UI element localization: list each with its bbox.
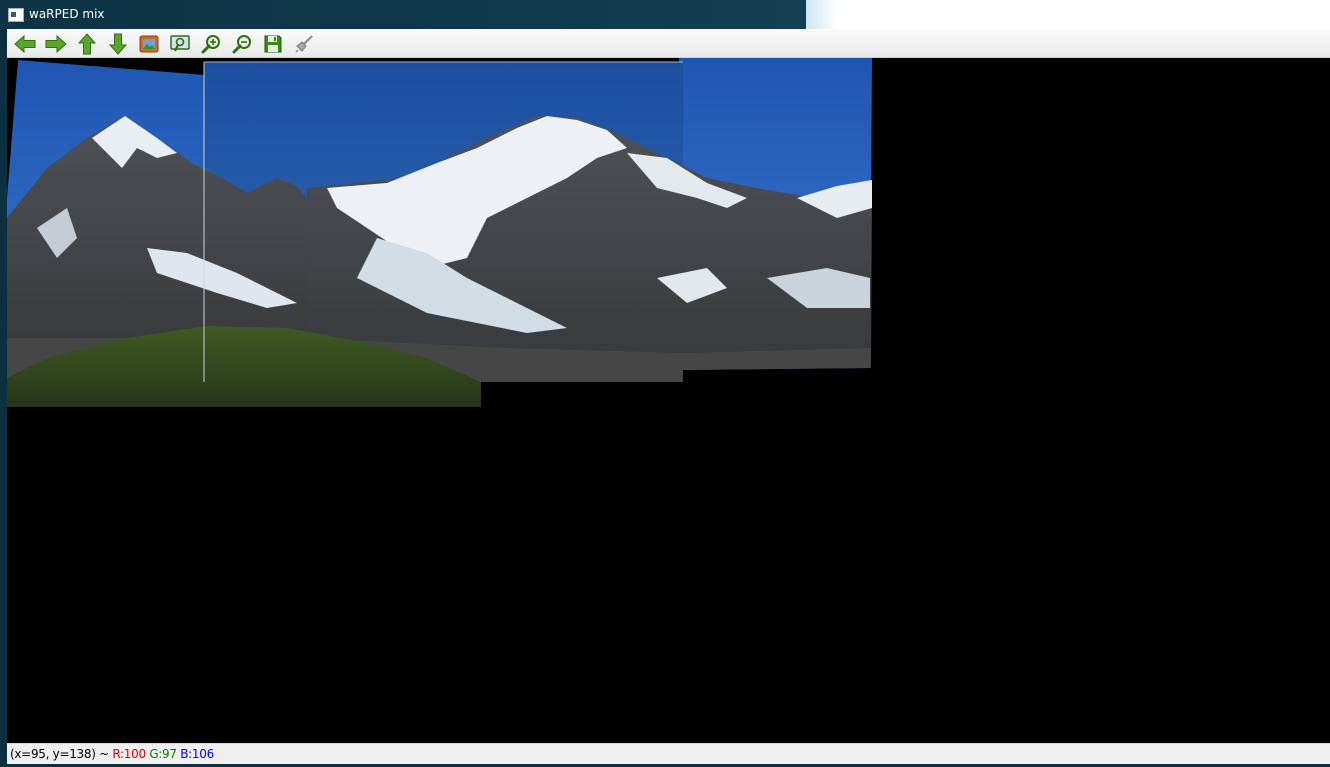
zoom-out-button[interactable] xyxy=(230,32,254,56)
pan-up-button[interactable] xyxy=(75,32,99,56)
arrow-left-icon xyxy=(14,34,36,54)
arrow-down-icon xyxy=(108,33,128,55)
zoom-window-icon xyxy=(170,35,190,52)
red-value: R:100 xyxy=(112,747,146,761)
fit-window-button[interactable] xyxy=(137,32,161,56)
pan-left-button[interactable] xyxy=(13,32,37,56)
app-icon[interactable] xyxy=(8,8,24,22)
cursor-coordinates: (x=95, y=138) ~ xyxy=(10,747,113,761)
panorama-image xyxy=(7,58,872,407)
zoom-window-button[interactable] xyxy=(168,32,192,56)
properties-button[interactable] xyxy=(292,32,316,56)
pan-down-button[interactable] xyxy=(106,32,130,56)
image-canvas[interactable] xyxy=(7,58,1330,743)
zoom-out-icon xyxy=(232,35,251,54)
blue-value: B:106 xyxy=(180,747,214,761)
image-icon xyxy=(139,35,159,53)
title-bar-glass xyxy=(806,0,1330,29)
save-icon xyxy=(264,35,282,53)
title-bar[interactable]: waRPED mix xyxy=(0,0,1330,29)
green-value: G:97 xyxy=(149,747,177,761)
arrow-up-icon xyxy=(77,33,97,55)
properties-icon xyxy=(295,35,313,53)
status-bar: (x=95, y=138) ~ R:100 G:97 B:106 xyxy=(7,743,1330,764)
window-title: waRPED mix xyxy=(29,7,105,21)
arrow-right-icon xyxy=(45,34,67,54)
zoom-in-button[interactable] xyxy=(199,32,223,56)
pan-right-button[interactable] xyxy=(44,32,68,56)
save-button[interactable] xyxy=(261,32,285,56)
toolbar xyxy=(7,29,1330,58)
zoom-in-icon xyxy=(201,35,220,54)
